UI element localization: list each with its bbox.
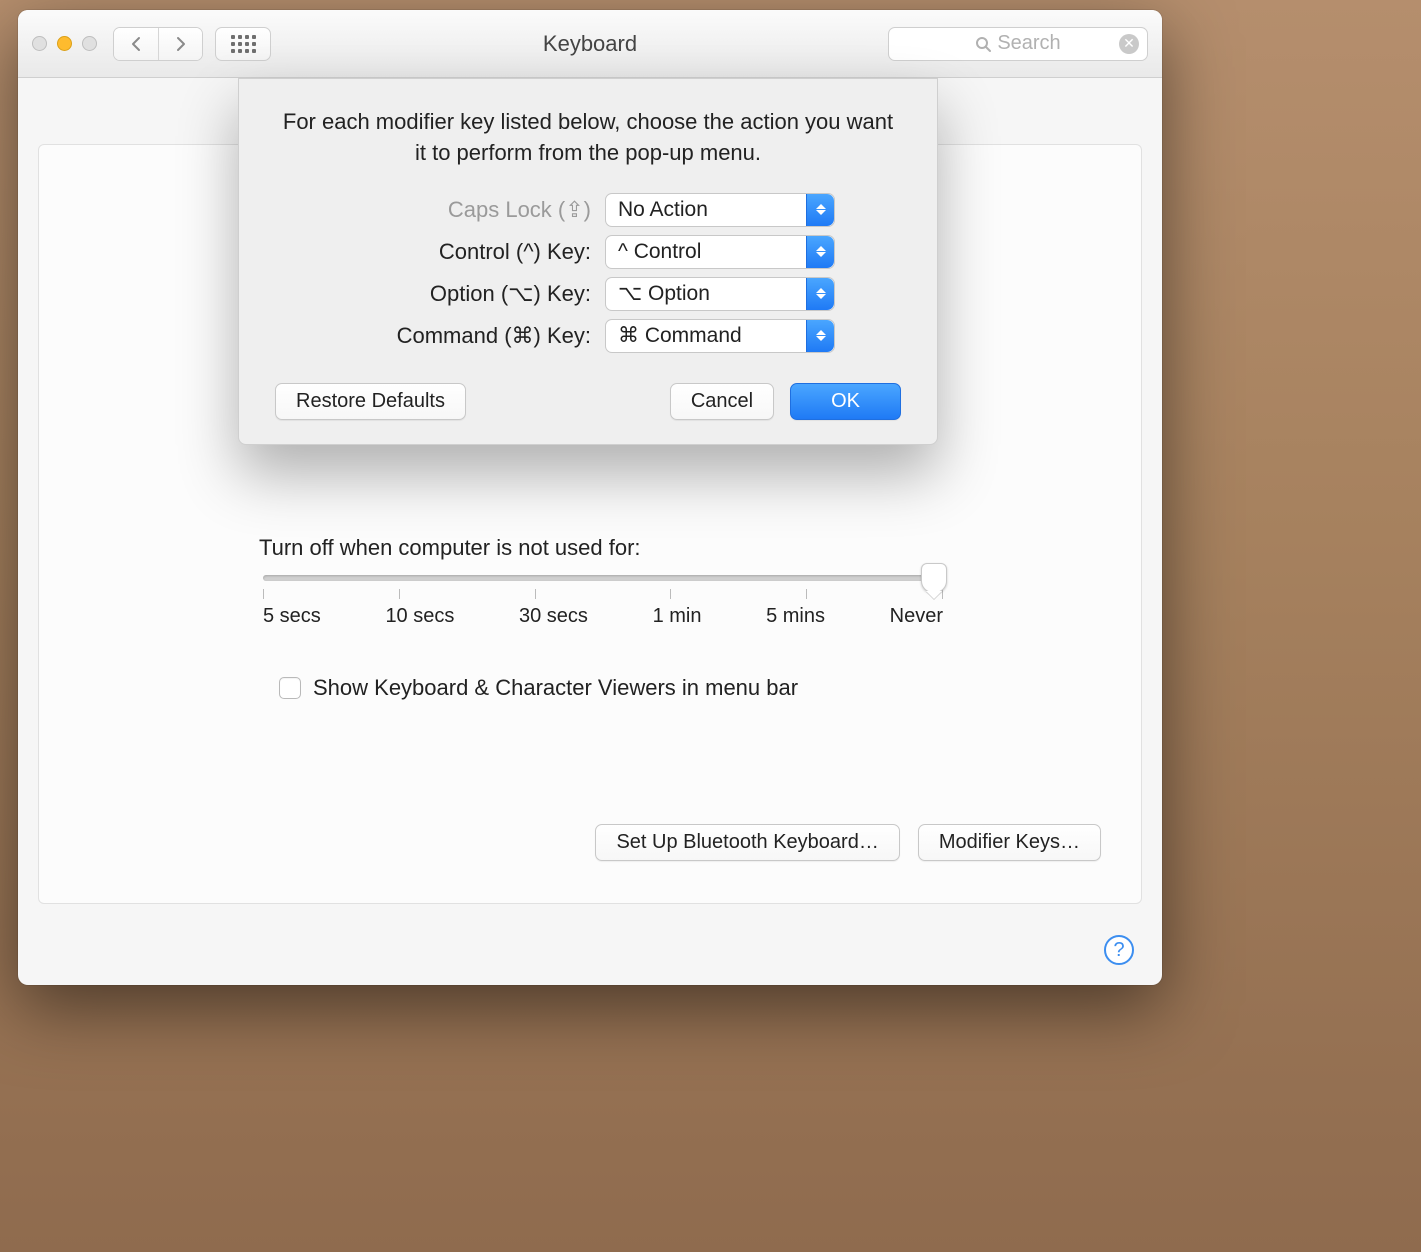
show-all-button[interactable]	[215, 27, 271, 61]
titlebar: Keyboard Search ✕	[18, 10, 1162, 78]
slider-label: 5 mins	[766, 605, 825, 628]
back-button[interactable]	[114, 28, 158, 60]
grid-icon	[231, 35, 256, 53]
slider-labels: 5 secs 10 secs 30 secs 1 min 5 mins Neve…	[263, 605, 943, 628]
show-viewers-checkbox-row: Show Keyboard & Character Viewers in men…	[279, 675, 798, 701]
slider-label: 1 min	[653, 605, 702, 628]
sheet-intro: For each modifier key listed below, choo…	[275, 107, 901, 169]
restore-defaults-button[interactable]: Restore Defaults	[275, 383, 466, 420]
sheet-buttons: Restore Defaults Cancel OK	[275, 383, 901, 420]
modifier-keys-sheet: For each modifier key listed below, choo…	[238, 78, 938, 445]
popup-arrows-icon	[806, 320, 834, 352]
slider-track	[263, 575, 943, 581]
backlight-off-label: Turn off when computer is not used for:	[259, 535, 641, 561]
option-label: Option (⌥) Key:	[341, 281, 591, 307]
backlight-off-slider[interactable]: 5 secs 10 secs 30 secs 1 min 5 mins Neve…	[263, 575, 943, 628]
control-row: Control (^) Key: ^ Control	[275, 235, 901, 269]
option-row: Option (⌥) Key: ⌥ Option	[275, 277, 901, 311]
clear-search-icon[interactable]: ✕	[1119, 34, 1139, 54]
slider-label: 10 secs	[385, 605, 454, 628]
command-label: Command (⌘) Key:	[341, 323, 591, 349]
setup-bluetooth-button[interactable]: Set Up Bluetooth Keyboard…	[595, 824, 899, 861]
cancel-button[interactable]: Cancel	[670, 383, 774, 420]
search-field[interactable]: Search ✕	[888, 27, 1148, 61]
capslock-popup[interactable]: No Action	[605, 193, 835, 227]
show-viewers-label: Show Keyboard & Character Viewers in men…	[313, 675, 798, 701]
popup-arrows-icon	[806, 278, 834, 310]
ok-button[interactable]: OK	[790, 383, 901, 420]
help-button[interactable]: ?	[1104, 935, 1134, 965]
forward-button[interactable]	[158, 28, 202, 60]
control-popup[interactable]: ^ Control	[605, 235, 835, 269]
zoom-button[interactable]	[82, 36, 97, 51]
minimize-button[interactable]	[57, 36, 72, 51]
command-popup[interactable]: ⌘ Command	[605, 319, 835, 353]
capslock-row: Caps Lock (⇪) No Action	[275, 193, 901, 227]
control-label: Control (^) Key:	[341, 239, 591, 265]
search-icon	[975, 36, 991, 52]
command-row: Command (⌘) Key: ⌘ Command	[275, 319, 901, 353]
slider-label: Never	[890, 605, 943, 628]
popup-arrows-icon	[806, 194, 834, 226]
popup-arrows-icon	[806, 236, 834, 268]
search-placeholder: Search	[997, 32, 1060, 55]
close-button[interactable]	[32, 36, 47, 51]
prefs-window: Keyboard Search ✕ Turn off when computer…	[18, 10, 1162, 985]
option-popup[interactable]: ⌥ Option	[605, 277, 835, 311]
traffic-lights	[32, 36, 97, 51]
nav-back-forward	[113, 27, 203, 61]
modifier-keys-button[interactable]: Modifier Keys…	[918, 824, 1101, 861]
slider-thumb[interactable]	[921, 563, 947, 593]
slider-ticks	[263, 589, 943, 599]
bottom-buttons: Set Up Bluetooth Keyboard… Modifier Keys…	[595, 824, 1101, 861]
show-viewers-checkbox[interactable]	[279, 677, 301, 699]
capslock-label: Caps Lock (⇪)	[341, 197, 591, 223]
slider-label: 30 secs	[519, 605, 588, 628]
slider-label: 5 secs	[263, 605, 321, 628]
